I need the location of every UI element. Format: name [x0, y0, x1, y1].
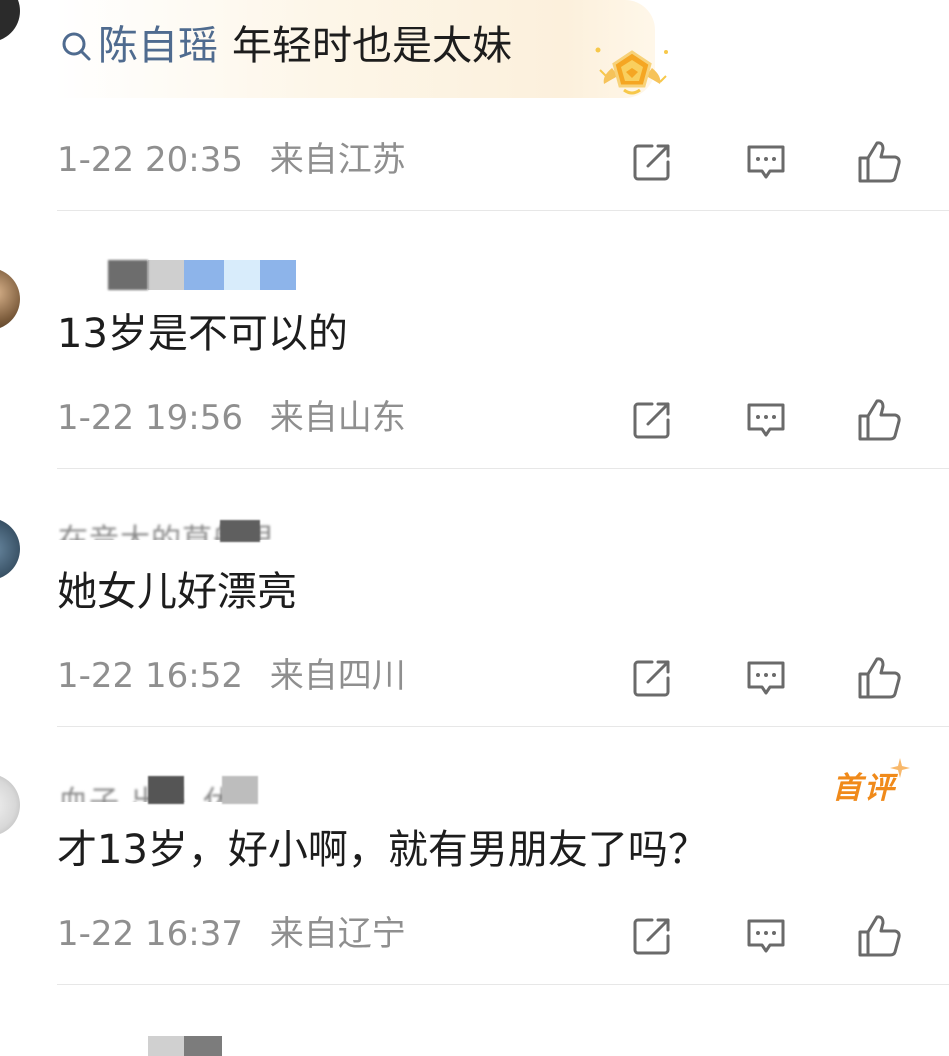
avatar[interactable] — [0, 268, 20, 330]
reply-button[interactable] — [742, 654, 790, 702]
first-comment-badge: 首评 — [832, 771, 896, 806]
username-redacted[interactable] — [58, 1036, 222, 1056]
like-button[interactable] — [856, 912, 904, 960]
like-button[interactable] — [856, 138, 904, 186]
comment-body: 她女儿好漂亮 — [57, 569, 297, 615]
username-mask — [148, 776, 184, 804]
search-icon — [60, 29, 94, 63]
thumbs-up-icon — [856, 912, 904, 960]
comment-actions — [0, 912, 949, 962]
username-mask — [222, 776, 258, 804]
comment-icon — [744, 914, 788, 958]
avatar[interactable] — [0, 0, 20, 42]
comment-icon — [744, 398, 788, 442]
gold-pentagon-badge-icon — [592, 42, 672, 102]
thumbs-up-icon — [856, 654, 904, 702]
comment-feed: 陈自瑶 年轻时也是太妹 1-22 20:35 来自江苏 13岁是不可以的 1-2… — [0, 0, 949, 1056]
comment-body: 年轻时也是太妹 — [232, 23, 512, 69]
reply-button[interactable] — [742, 912, 790, 960]
like-button[interactable] — [856, 396, 904, 444]
avatar[interactable] — [0, 774, 20, 836]
username-mask — [220, 520, 260, 542]
comment-actions — [0, 138, 949, 188]
share-icon — [630, 656, 674, 700]
share-button[interactable] — [628, 654, 676, 702]
comment-body: 13岁是不可以的 — [57, 311, 348, 357]
divider — [57, 468, 949, 469]
like-button[interactable] — [856, 654, 904, 702]
divider — [57, 984, 949, 985]
comment-text: 陈自瑶 年轻时也是太妹 — [60, 20, 512, 72]
share-button[interactable] — [628, 912, 676, 960]
username-redacted[interactable]: 血子 出队 休 — [58, 772, 234, 802]
share-button[interactable] — [628, 396, 676, 444]
comment-item — [0, 986, 949, 1056]
comment-actions — [0, 654, 949, 704]
comment-icon — [744, 140, 788, 184]
avatar[interactable] — [0, 518, 20, 580]
share-icon — [630, 914, 674, 958]
divider — [57, 726, 949, 727]
share-icon — [630, 140, 674, 184]
sparkle-icon — [890, 758, 910, 782]
thumbs-up-icon — [856, 396, 904, 444]
thumbs-up-icon — [856, 138, 904, 186]
comment-body: 才13岁，好小啊，就有男朋友了吗？ — [57, 827, 708, 873]
share-button[interactable] — [628, 138, 676, 186]
comment-icon — [744, 656, 788, 700]
comment-actions — [0, 396, 949, 446]
reply-button[interactable] — [742, 138, 790, 186]
username-fragment: 血子 出队 休 — [58, 777, 234, 802]
share-icon — [630, 398, 674, 442]
divider — [57, 210, 949, 211]
username-redacted[interactable] — [58, 258, 296, 292]
search-keyword-link[interactable]: 陈自瑶 — [98, 20, 218, 72]
reply-button[interactable] — [742, 396, 790, 444]
